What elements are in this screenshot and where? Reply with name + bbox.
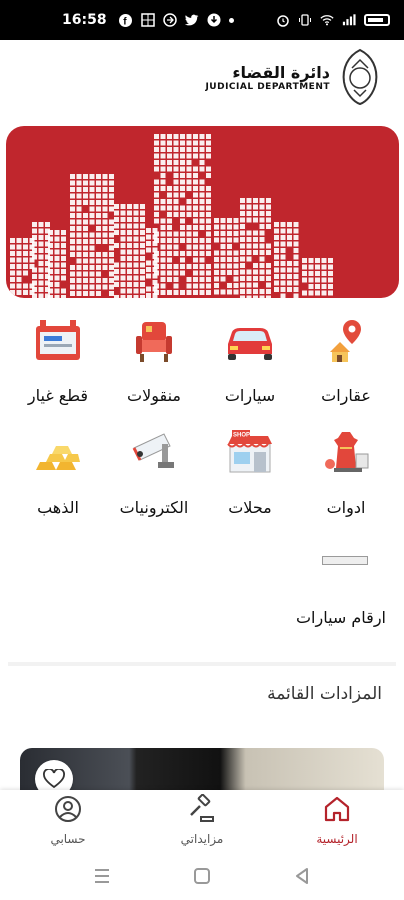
back-icon[interactable] (292, 866, 312, 886)
car-icon (222, 312, 278, 368)
grid-icon (141, 13, 155, 27)
dot-icon (229, 18, 234, 23)
section-divider (8, 662, 396, 666)
bottom-navigation: الرئيسية مزايداتي حسابي (0, 790, 404, 852)
cast-icon (163, 13, 177, 27)
license-plate-icon[interactable] (322, 556, 368, 565)
status-bar: 16:58 f (0, 0, 404, 40)
status-time: 16:58 (62, 12, 107, 28)
movables-chair-icon (126, 312, 182, 368)
city-buildings-illustration (6, 126, 399, 298)
nav-my-account[interactable]: حسابي (28, 794, 108, 846)
category-movables[interactable]: منقولات (108, 312, 200, 405)
logo-arabic-text: دائرة القضاء (205, 63, 330, 82)
facebook-icon: f (119, 13, 133, 27)
signal-icon (342, 13, 356, 27)
category-real-estate[interactable]: عقارات (300, 312, 392, 405)
recent-apps-icon[interactable] (92, 866, 112, 886)
gavel-icon (187, 794, 217, 824)
category-label: الكترونيات (108, 498, 200, 517)
download-icon (207, 13, 221, 27)
car-plates-title[interactable]: ارقام سيارات (296, 608, 386, 627)
battery-icon (364, 14, 390, 26)
falcon-emblem-icon (338, 48, 382, 106)
security-camera-icon (126, 424, 182, 480)
status-right-icons (276, 13, 390, 27)
category-gold[interactable]: الذهب (12, 424, 104, 517)
hero-banner[interactable] (6, 126, 399, 298)
category-tools[interactable]: ادوات (300, 424, 392, 517)
nav-label: الرئيسية (297, 832, 377, 846)
twitter-icon (185, 13, 199, 27)
heart-icon (43, 769, 65, 789)
category-shops[interactable]: SHOP محلات (204, 424, 296, 517)
home-icon (322, 794, 352, 824)
category-label: ادوات (300, 498, 392, 517)
category-label: عقارات (300, 386, 392, 405)
svg-text:SHOP: SHOP (233, 433, 250, 439)
judicial-department-logo: دائرة القضاء JUDICIAL DEPARTMENT (205, 48, 382, 106)
account-icon (53, 794, 83, 824)
logo-english-text: JUDICIAL DEPARTMENT (205, 82, 330, 92)
ongoing-auctions-title: المزادات القائمة (267, 684, 382, 704)
vibrate-icon (298, 13, 312, 27)
real-estate-pin-icon (318, 312, 374, 368)
nav-label: مزايداتي (162, 832, 242, 846)
nav-label: حسابي (28, 832, 108, 846)
category-label: سيارات (204, 386, 296, 405)
category-label: منقولات (108, 386, 200, 405)
category-label: محلات (204, 498, 296, 517)
nav-home[interactable]: الرئيسية (297, 794, 377, 846)
car-battery-icon (30, 312, 86, 368)
home-square-icon[interactable] (192, 866, 212, 886)
app-header: دائرة القضاء JUDICIAL DEPARTMENT (0, 40, 404, 118)
tools-dress-icon (318, 424, 374, 480)
category-cars[interactable]: سيارات (204, 312, 296, 405)
category-electronics[interactable]: الكترونيات (108, 424, 200, 517)
wifi-icon (320, 13, 334, 27)
shop-icon: SHOP (222, 424, 278, 480)
gold-bars-icon (30, 424, 86, 480)
category-label: الذهب (12, 498, 104, 517)
alarm-icon (276, 13, 290, 27)
nav-my-bids[interactable]: مزايداتي (162, 794, 242, 846)
status-left-icons: f (119, 13, 234, 27)
category-spare-parts[interactable]: قطع غيار (12, 312, 104, 405)
system-navigation-bar (0, 852, 404, 900)
category-label: قطع غيار (12, 386, 104, 405)
